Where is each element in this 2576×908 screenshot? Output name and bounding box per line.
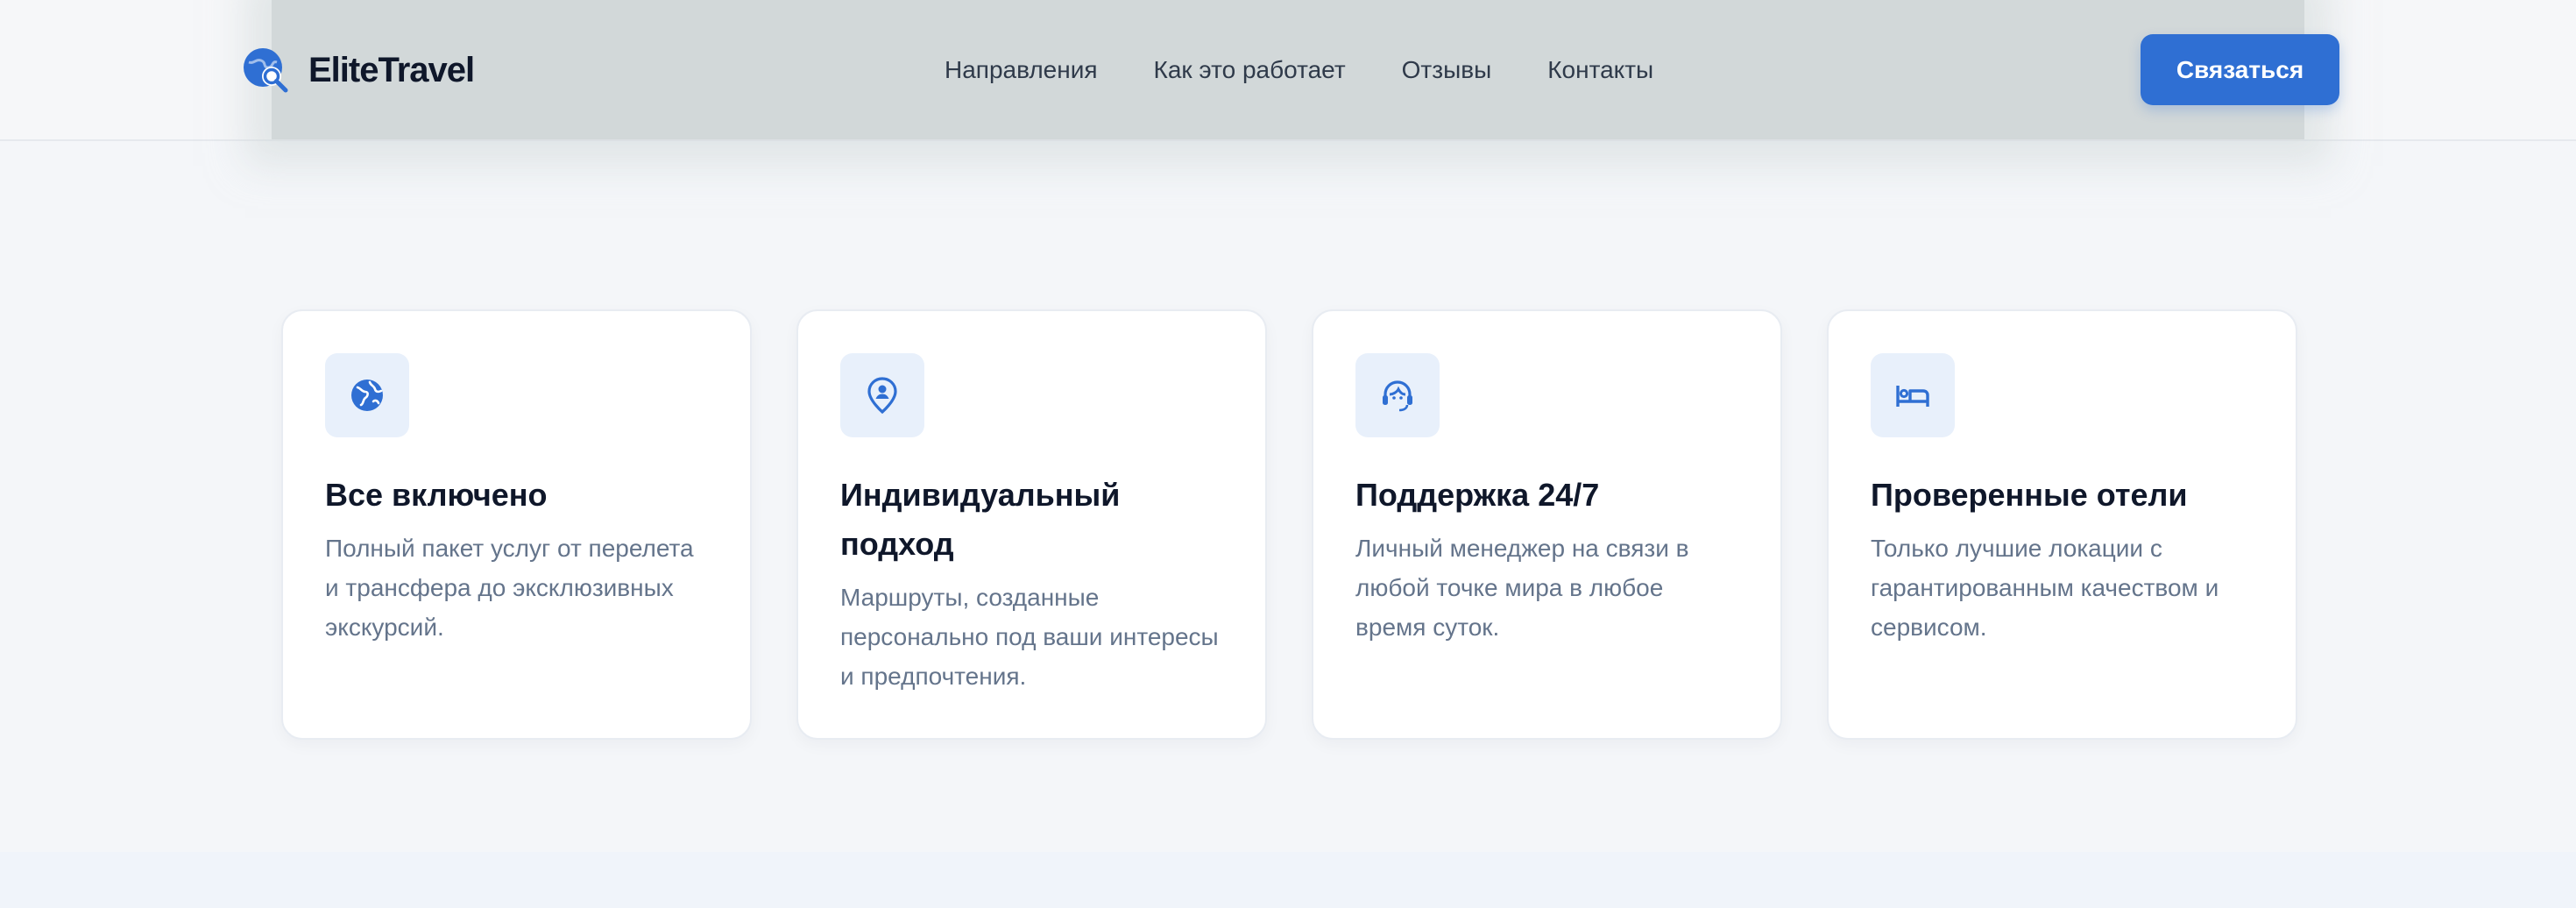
nav-link-contacts[interactable]: Контакты xyxy=(1547,56,1653,84)
feature-description: Полный пакет услуг от перелета и трансфе… xyxy=(325,535,694,641)
feature-title: Все включено xyxy=(325,477,548,513)
feature-card-hotels: Проверенные отели Только лучшие локации … xyxy=(1827,309,2297,740)
hotel-bed-icon xyxy=(1896,386,1929,407)
feature-title: Проверенные отели xyxy=(1871,477,2188,513)
feature-card-individual: Индивидуальный подход Маршруты, созданны… xyxy=(796,309,1267,740)
location-person-icon xyxy=(867,377,897,415)
support-agent-icon xyxy=(1383,380,1412,412)
feature-icon-wrap xyxy=(840,353,924,437)
globe-icon xyxy=(351,380,383,411)
nav-link-reviews[interactable]: Отзывы xyxy=(1402,56,1492,84)
feature-title: Индивидуальный подход xyxy=(840,477,1121,562)
next-section-edge xyxy=(0,852,2576,908)
feature-title: Поддержка 24/7 xyxy=(1355,477,1600,513)
globe-search-icon xyxy=(244,48,288,93)
site-header: EliteTravel Направления Как это работает… xyxy=(0,0,2576,141)
feature-card-all-inclusive: Все включено Полный пакет услуг от перел… xyxy=(281,309,752,740)
feature-description: Личный менеджер на связи в любой точке м… xyxy=(1355,535,1689,641)
contact-button[interactable]: Связаться xyxy=(2141,34,2339,105)
feature-icon-wrap xyxy=(1871,353,1955,437)
feature-description: Только лучшие локации с гарантированным … xyxy=(1871,535,2219,641)
features-section: Все включено Полный пакет услуг от перел… xyxy=(281,309,2297,740)
feature-description: Маршруты, созданные персонально под ваши… xyxy=(840,584,1219,690)
nav-link-how-it-works[interactable]: Как это работает xyxy=(1154,56,1346,84)
brand-logo[interactable]: EliteTravel xyxy=(240,44,475,96)
main-nav: Направления Как это работает Отзывы Конт… xyxy=(945,51,1653,89)
brand-name: EliteTravel xyxy=(308,50,475,89)
feature-card-support: Поддержка 24/7 Личный менеджер на связи … xyxy=(1312,309,1782,740)
feature-icon-wrap xyxy=(325,353,409,437)
nav-link-directions[interactable]: Направления xyxy=(945,56,1098,84)
feature-icon-wrap xyxy=(1355,353,1440,437)
